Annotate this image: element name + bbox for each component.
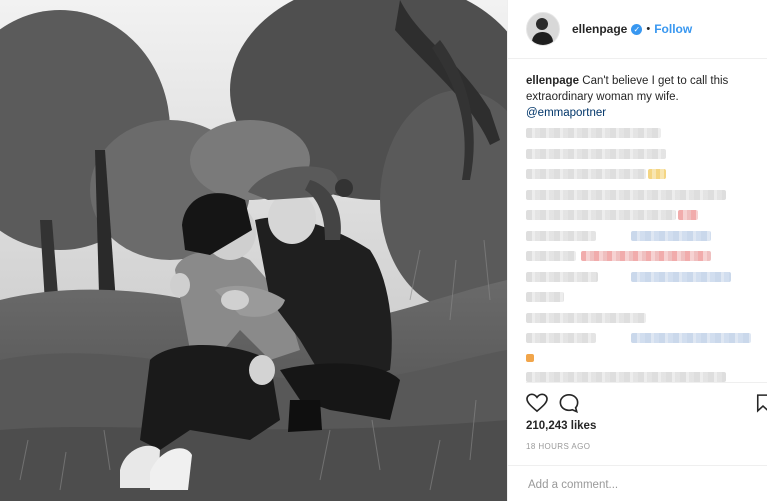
follow-button[interactable]: Follow xyxy=(654,22,692,36)
comment-row xyxy=(526,333,756,343)
post-actions xyxy=(526,382,767,423)
comment-row xyxy=(526,292,756,302)
comment-row xyxy=(526,169,756,179)
comment-row xyxy=(526,312,756,323)
likes-count[interactable]: 210,243 likes xyxy=(526,420,596,432)
bookmark-icon[interactable] xyxy=(756,393,767,418)
comment-row xyxy=(526,128,756,138)
post-timestamp[interactable]: 18 HOURS AGO xyxy=(526,442,590,451)
comment-row xyxy=(526,371,756,382)
comment-row xyxy=(526,353,756,362)
header-username[interactable]: ellenpage xyxy=(572,22,627,36)
caption-mention[interactable]: @emmaportner xyxy=(526,105,749,121)
separator-dot: • xyxy=(646,23,651,35)
post-caption: ellenpage Can't believe I get to call th… xyxy=(508,59,767,121)
post-photo[interactable] xyxy=(0,0,507,501)
instagram-post: ellenpage ✓ • Follow ellenpage Can't bel… xyxy=(0,0,767,501)
comment-row xyxy=(526,271,756,282)
comment-row xyxy=(526,251,756,261)
comment-row xyxy=(526,189,756,200)
post-header: ellenpage ✓ • Follow xyxy=(508,0,767,59)
heart-icon[interactable] xyxy=(526,393,548,418)
verified-badge-icon: ✓ xyxy=(631,23,643,35)
post-sidebar: ellenpage ✓ • Follow ellenpage Can't bel… xyxy=(507,0,767,501)
comment-row xyxy=(526,148,756,159)
blurred-comments xyxy=(526,128,756,392)
comment-bubble-icon[interactable] xyxy=(558,393,580,418)
post-photo-image xyxy=(0,0,507,501)
comment-row xyxy=(526,210,756,220)
comment-row xyxy=(526,230,756,241)
comment-input[interactable] xyxy=(526,478,750,492)
caption-username[interactable]: ellenpage xyxy=(526,75,579,87)
add-comment-bar xyxy=(508,465,767,501)
avatar[interactable] xyxy=(526,12,560,46)
